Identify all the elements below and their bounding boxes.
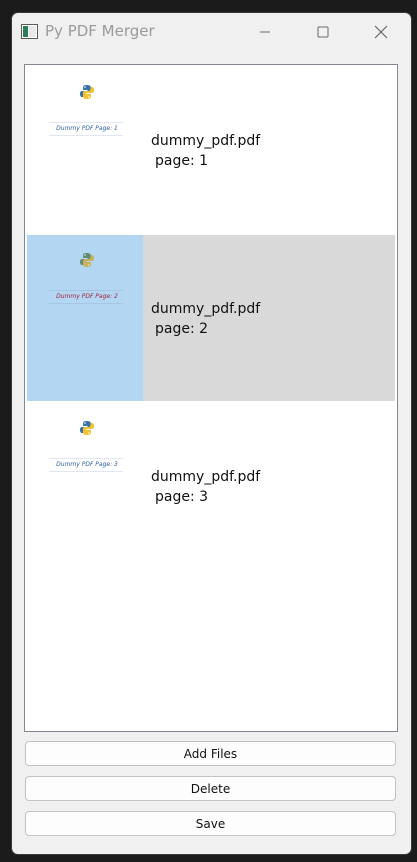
- item-page: page: 1: [155, 153, 209, 169]
- maximize-button[interactable]: [294, 13, 352, 51]
- add-files-button[interactable]: Add Files: [25, 741, 396, 766]
- page-thumbnail: Dummy PDF Page: 1: [27, 67, 143, 233]
- list-item[interactable]: Dummy PDF Page: 1 dummy_pdf.pdf page: 1: [27, 67, 395, 233]
- list-item[interactable]: Dummy PDF Page: 3 dummy_pdf.pdf page: 3: [27, 403, 395, 569]
- pdf-page-caption: Dummy PDF Page: 3: [56, 461, 118, 468]
- close-button[interactable]: [352, 13, 410, 51]
- delete-button[interactable]: Delete: [25, 776, 396, 801]
- save-button[interactable]: Save: [25, 811, 396, 836]
- page-thumbnail: Dummy PDF Page: 3: [27, 403, 143, 569]
- title-bar[interactable]: Py PDF Merger: [12, 13, 411, 51]
- pdf-footer-rule: [49, 471, 123, 472]
- item-filename: dummy_pdf.pdf: [151, 469, 261, 485]
- page-thumbnail: Dummy PDF Page: 2: [27, 235, 143, 401]
- minimize-icon: [260, 31, 270, 33]
- pdf-header-rule: [49, 290, 123, 291]
- python-logo-icon: [80, 421, 94, 435]
- app-window: Py PDF Merger Dummy PDF Page: 1 dummy_pd…: [11, 12, 412, 855]
- item-text: dummy_pdf.pdf page: 1: [151, 131, 260, 171]
- app-window-icon: [21, 24, 38, 39]
- maximize-icon: [317, 26, 329, 38]
- page-list[interactable]: Dummy PDF Page: 1 dummy_pdf.pdf page: 1 …: [24, 64, 398, 732]
- item-text: dummy_pdf.pdf page: 3: [151, 467, 260, 507]
- minimize-button[interactable]: [236, 13, 294, 51]
- close-icon: [374, 25, 388, 39]
- item-filename: dummy_pdf.pdf: [151, 301, 261, 317]
- pdf-header-rule: [49, 122, 123, 123]
- window-title: Py PDF Merger: [45, 22, 155, 40]
- pdf-footer-rule: [49, 135, 123, 136]
- pdf-header-rule: [49, 458, 123, 459]
- item-text: dummy_pdf.pdf page: 2: [151, 299, 260, 339]
- pdf-page-caption: Dummy PDF Page: 2: [56, 293, 118, 300]
- python-logo-icon: [80, 253, 94, 267]
- item-filename: dummy_pdf.pdf: [151, 133, 261, 149]
- pdf-page-caption: Dummy PDF Page: 1: [56, 125, 118, 132]
- pdf-footer-rule: [49, 303, 123, 304]
- list-item-selected[interactable]: Dummy PDF Page: 2 dummy_pdf.pdf page: 2: [27, 235, 395, 401]
- python-logo-icon: [80, 85, 94, 99]
- item-page: page: 3: [155, 489, 209, 505]
- item-page: page: 2: [155, 321, 209, 337]
